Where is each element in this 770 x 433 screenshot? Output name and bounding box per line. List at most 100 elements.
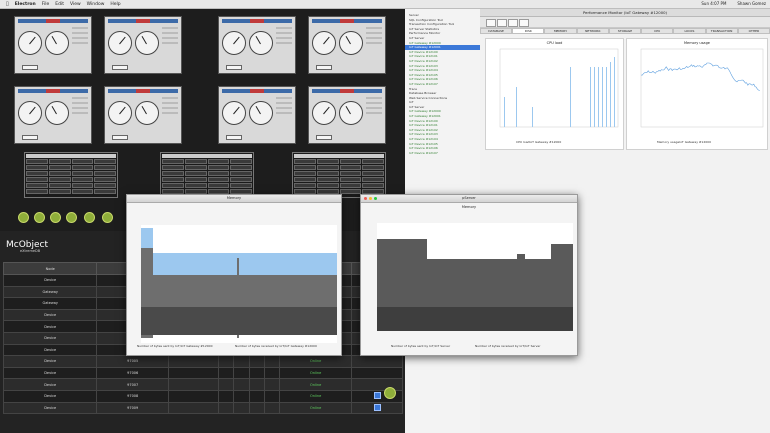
status-cell [184, 171, 207, 176]
status-cell [162, 171, 184, 176]
gauge-dial [249, 101, 273, 125]
clock[interactable]: Sun 4:07 PM [701, 1, 726, 6]
tab-network[interactable]: NETWORK [576, 28, 609, 34]
status-cell [362, 183, 384, 188]
table-cell: 97007 [96, 378, 169, 391]
status-table-header [162, 154, 252, 158]
table-cell [167, 366, 220, 380]
status-table-panel [24, 152, 118, 198]
tab-storage[interactable]: STORAGE [608, 28, 642, 34]
gauge-readouts [162, 27, 178, 47]
gauge-button[interactable] [112, 135, 128, 140]
memory-gateway-title: Memory [226, 196, 242, 200]
table-cell [248, 401, 265, 415]
gauge-button[interactable] [22, 135, 38, 140]
table-row[interactable]: Device 97006 Online [2, 366, 403, 380]
menu-view[interactable]: View [70, 2, 81, 7]
gauge-readout [162, 42, 178, 44]
gauge-button[interactable] [112, 65, 128, 70]
control-circle-button[interactable] [18, 212, 29, 223]
gauge-dial [339, 101, 363, 125]
row-checkbox[interactable] [373, 403, 381, 411]
status-cell [230, 165, 252, 170]
memory-gateway-window[interactable]: Memory Number of bytes sent by IoT/IoT G… [126, 194, 342, 356]
control-circle-button[interactable] [84, 212, 95, 223]
menu-help[interactable]: Help [110, 2, 120, 7]
table-row[interactable]: Device 97007 Online [2, 378, 403, 391]
gauge-readout [276, 102, 292, 104]
menu-window[interactable]: Window [87, 2, 105, 7]
gauge-readouts [72, 27, 88, 47]
table-cell: Device [2, 389, 98, 403]
status-cell [339, 177, 362, 182]
gauge-button[interactable] [226, 135, 242, 140]
tree-item[interactable]: IoT Device #12107 [405, 151, 480, 156]
gauge-button[interactable] [22, 65, 38, 70]
tab-database[interactable]: DATABASE [480, 28, 513, 34]
refresh-icon[interactable] [519, 19, 529, 27]
table-row[interactable]: Device 97009 Online [2, 401, 403, 415]
control-circle-button[interactable] [50, 212, 61, 223]
table-cell [167, 389, 220, 403]
memory-server-titlebar[interactable]: pServer [361, 195, 577, 203]
status-table-header [26, 154, 116, 158]
gauge-panel [308, 86, 386, 144]
tab-memory[interactable]: MEMORY [544, 28, 577, 34]
cpu-chart-panel: CPU load CPU loadIoT Gateway #12000 [485, 38, 624, 150]
status-cell [362, 171, 384, 176]
table-row[interactable]: Device 97008 Online [2, 389, 403, 403]
status-cell [71, 183, 94, 188]
status-cell [316, 171, 339, 176]
gauge-readout [72, 102, 88, 104]
gauge-button[interactable] [316, 135, 332, 140]
tab-transaction[interactable]: TRANSACTION [705, 28, 738, 34]
status-cell [316, 165, 339, 170]
user-name[interactable]: Shawn Gomez [737, 1, 766, 6]
gauge-dial [135, 101, 159, 125]
add-button[interactable] [384, 387, 396, 399]
memory-gateway-titlebar[interactable]: Memory [127, 195, 341, 203]
status-cell [48, 171, 71, 176]
gauge-range-bar [312, 19, 382, 23]
table-row[interactable]: Device 97005 Online [2, 355, 403, 368]
tab-cpu[interactable]: CPU [641, 28, 674, 34]
zoom-icon[interactable] [374, 197, 377, 200]
gauge-range-bar [312, 89, 382, 93]
status-cell [294, 171, 316, 176]
table-cell: Online [278, 401, 353, 415]
table-cell: Device [2, 320, 98, 333]
apple-icon[interactable]:  [6, 2, 9, 7]
menu-file[interactable]: File [42, 2, 50, 7]
gauge-dial [108, 31, 132, 55]
memory-server-window[interactable]: pServer Memory Number of bytes sent by I… [360, 194, 578, 356]
menu-edit[interactable]: Edit [55, 2, 64, 7]
stop-icon[interactable] [508, 19, 518, 27]
tab-locks[interactable]: LOCKS [673, 28, 706, 34]
gauge-button[interactable] [316, 65, 332, 70]
gauge-button[interactable] [226, 65, 242, 70]
table-cell [167, 355, 220, 368]
status-cell [294, 159, 316, 164]
minimize-icon[interactable] [369, 197, 372, 200]
status-cell [94, 165, 116, 170]
control-circle-button[interactable] [102, 212, 113, 223]
pause-icon[interactable] [497, 19, 507, 27]
menu-app-name[interactable]: Electron [15, 2, 36, 7]
row-checkbox[interactable] [373, 392, 381, 400]
tab-disk[interactable]: DISK [512, 28, 545, 34]
cpu-plot-frame [499, 48, 619, 128]
gauge-readout [72, 37, 88, 39]
memory-legend: Memory usageIoT Gateway #12000 [657, 140, 711, 144]
table-cell [263, 378, 281, 391]
gauge-dial [222, 101, 246, 125]
close-icon[interactable] [364, 197, 367, 200]
status-cell [339, 189, 362, 194]
tab-other[interactable]: OTHER [737, 28, 770, 34]
column-header[interactable]: Node [2, 262, 98, 275]
play-icon[interactable] [486, 19, 496, 27]
performance-tabs: DATABASE DISK MEMORY NETWORK STORAGE CPU LOCKS… [480, 28, 770, 34]
control-circle-button[interactable] [66, 212, 77, 223]
table-cell: Device [2, 401, 98, 415]
gauge-readout [162, 37, 178, 39]
control-circle-button[interactable] [34, 212, 45, 223]
